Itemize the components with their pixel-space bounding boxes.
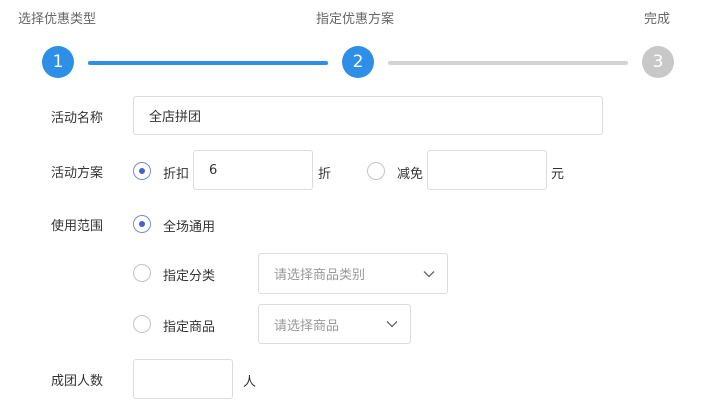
chevron-down-icon: [423, 270, 435, 277]
step-1-title: 选择优惠类型: [18, 12, 97, 27]
scope-all-label: 全场通用: [163, 220, 216, 235]
group-size-unit: 人: [243, 375, 257, 390]
step-3-title: 完成: [644, 12, 671, 27]
product-select[interactable]: 请选择商品: [258, 304, 411, 344]
discount-radio[interactable]: [133, 162, 151, 180]
discount-unit: 折: [318, 167, 332, 182]
step-2-connector: [388, 61, 628, 65]
scope-product-radio[interactable]: [133, 315, 151, 333]
step-1-connector: [88, 61, 328, 65]
scope-all-radio[interactable]: [133, 215, 151, 233]
scope-category-radio[interactable]: [133, 264, 151, 282]
reduce-radio[interactable]: [367, 162, 385, 180]
category-select-placeholder: 请选择商品类别: [274, 268, 366, 283]
reduce-radio-label: 减免: [397, 167, 424, 182]
reduce-unit: 元: [551, 167, 565, 182]
activity-name-input[interactable]: 全店拼团: [133, 96, 603, 135]
reduce-input[interactable]: [427, 150, 547, 190]
product-select-placeholder: 请选择商品: [274, 318, 340, 334]
group-size-input[interactable]: [133, 359, 233, 399]
step-2-circle[interactable]: 2: [342, 46, 374, 78]
discount-input[interactable]: 6: [193, 150, 313, 190]
step-1-circle[interactable]: 1: [42, 46, 74, 78]
activity-plan-label: 活动方案: [51, 166, 104, 181]
scope-label: 使用范围: [51, 219, 104, 234]
activity-name-label: 活动名称: [51, 111, 104, 126]
step-3-circle[interactable]: 3: [642, 46, 674, 78]
category-select[interactable]: 请选择商品类别: [258, 253, 448, 294]
chevron-down-icon: [386, 321, 398, 328]
discount-radio-label: 折扣: [163, 167, 190, 182]
group-size-label: 成团人数: [51, 374, 104, 389]
scope-product-label: 指定商品: [163, 320, 216, 335]
step-2-title: 指定优惠方案: [316, 12, 395, 27]
scope-category-label: 指定分类: [163, 269, 216, 284]
